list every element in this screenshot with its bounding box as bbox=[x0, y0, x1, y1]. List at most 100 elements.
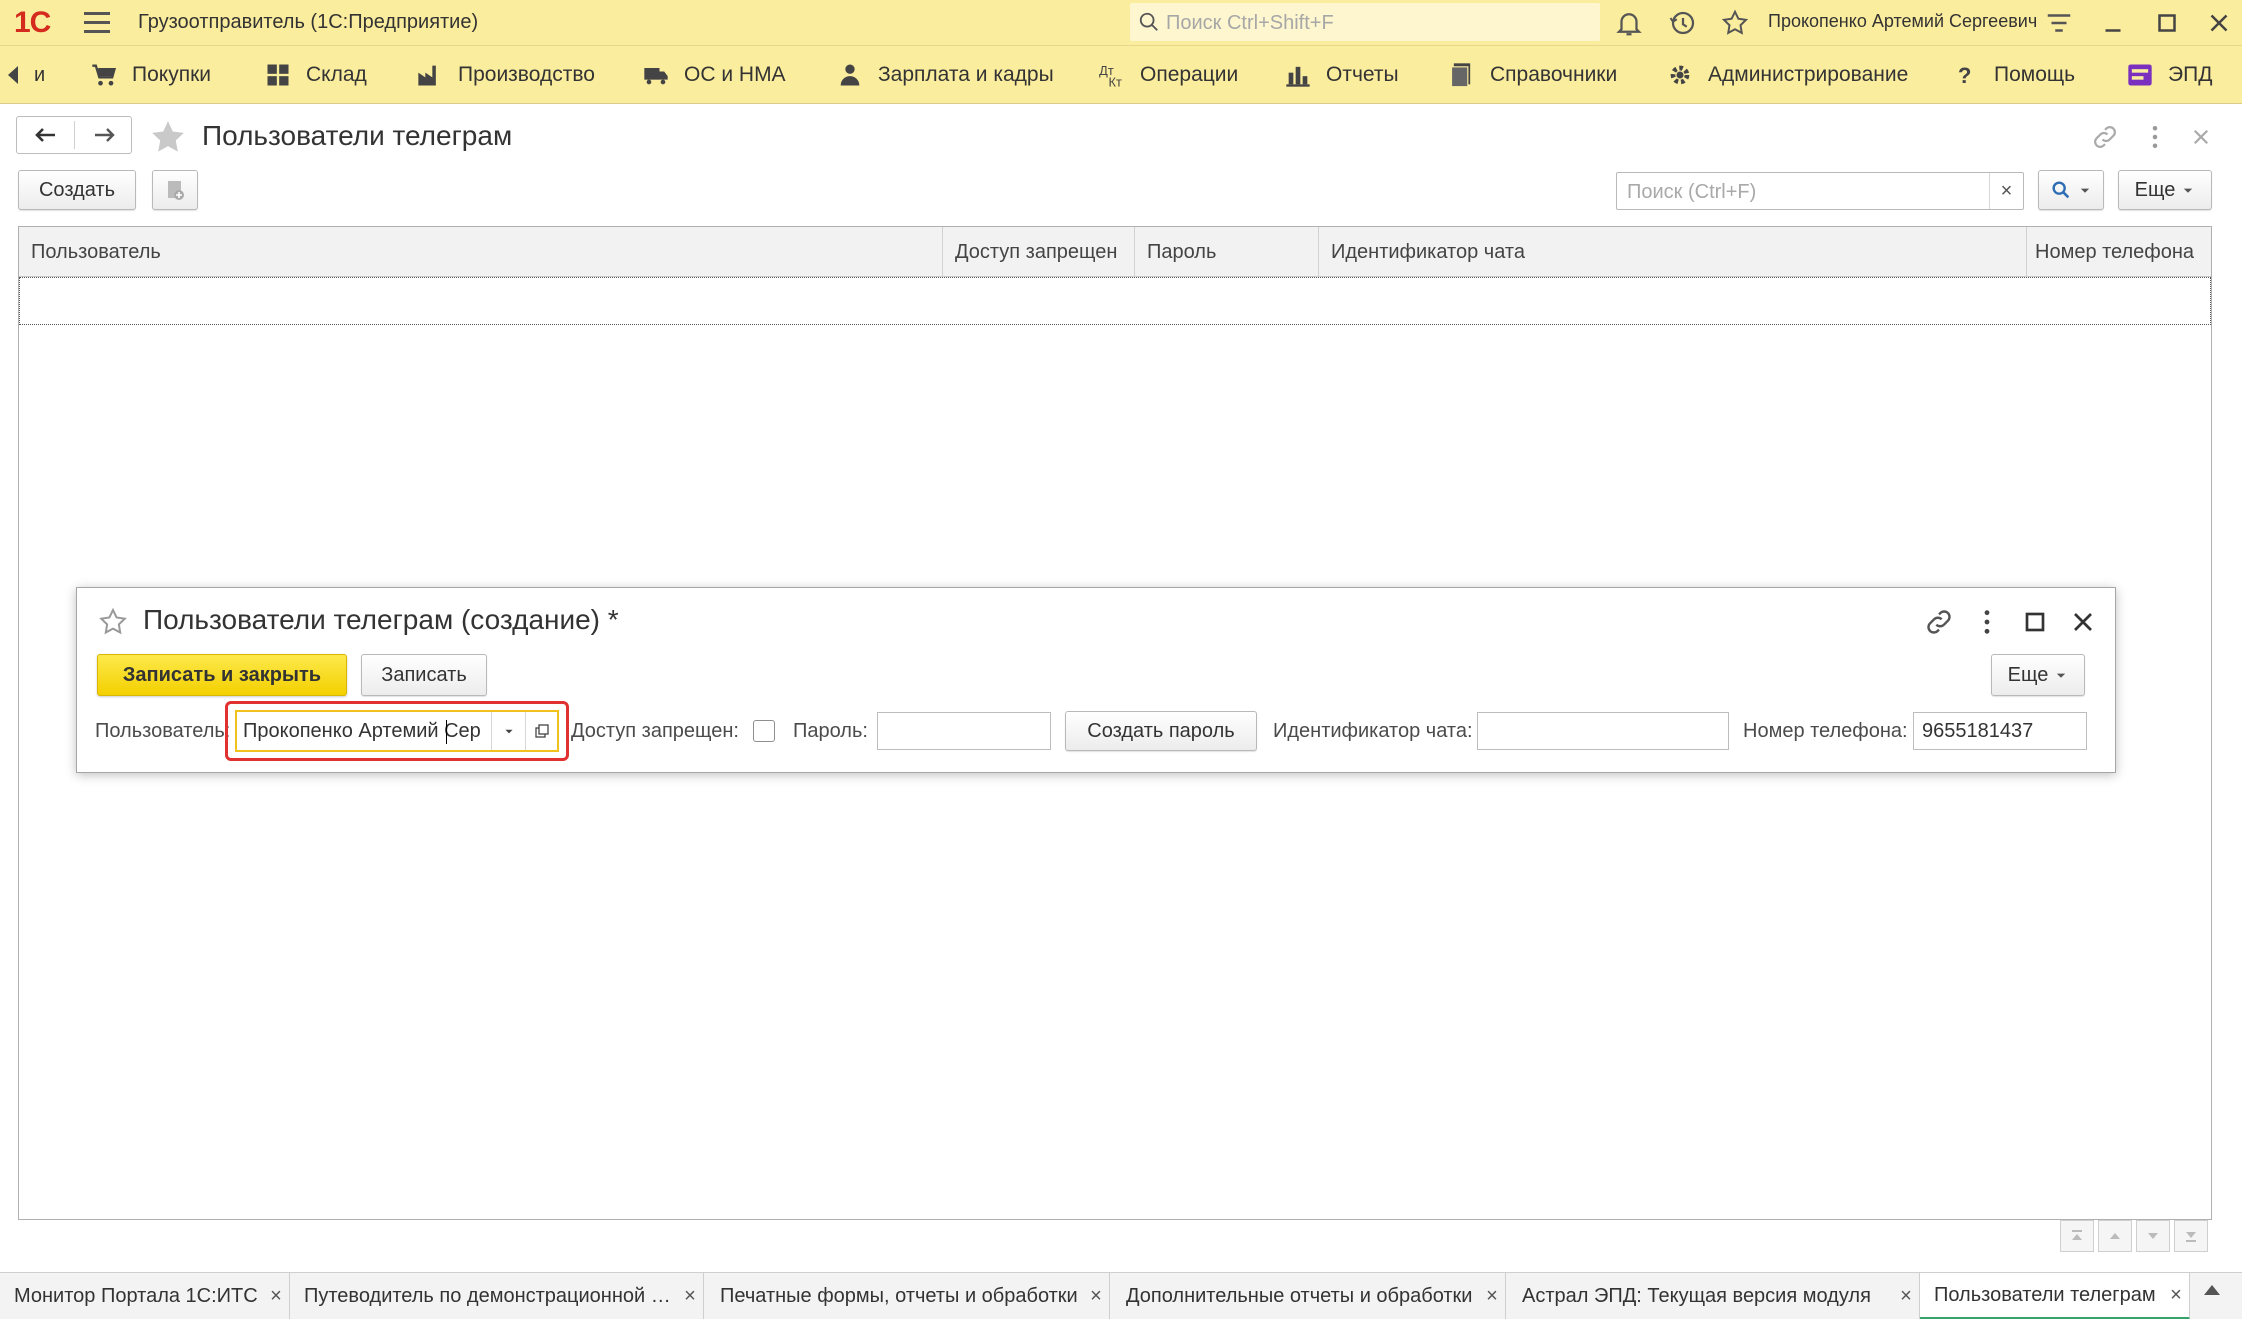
save-button[interactable]: Записать bbox=[361, 654, 487, 696]
access-denied-checkbox[interactable] bbox=[753, 720, 775, 742]
favorite-star-icon[interactable] bbox=[148, 118, 188, 156]
user-field-value: Прокопенко Артемий Сер bbox=[243, 720, 481, 742]
text-caret bbox=[446, 720, 447, 744]
dropdown-button[interactable] bbox=[491, 712, 525, 750]
more-vertical-icon[interactable] bbox=[1971, 606, 2003, 638]
question-icon: ? bbox=[1958, 63, 1972, 88]
close-tab-icon[interactable]: × bbox=[677, 1285, 703, 1308]
create-button[interactable]: Создать bbox=[18, 170, 136, 210]
section-label: Операции bbox=[1140, 63, 1239, 86]
save-and-close-button[interactable]: Записать и закрыть bbox=[97, 654, 347, 696]
user-field[interactable]: Прокопенко Артемий Сер bbox=[235, 710, 559, 752]
minimize-icon[interactable] bbox=[2098, 8, 2128, 38]
link-icon[interactable] bbox=[2090, 122, 2120, 152]
global-search-input[interactable]: Поиск Ctrl+Shift+F bbox=[1130, 3, 1600, 41]
section-administration[interactable]: Администрирование bbox=[1666, 46, 1908, 104]
more-vertical-icon[interactable] bbox=[2140, 122, 2170, 152]
chevron-down-icon bbox=[2184, 188, 2193, 193]
history-icon[interactable] bbox=[1668, 8, 1698, 38]
favorites-star-icon[interactable] bbox=[1720, 8, 1750, 38]
list-search-input[interactable]: Поиск (Ctrl+F) × bbox=[1616, 172, 2024, 210]
section-catalogs[interactable]: Справочники bbox=[1448, 46, 1617, 104]
sections-panel: и Покупки Склад Производство ОС и НМА За… bbox=[0, 46, 2242, 104]
column-header-password[interactable]: Пароль bbox=[1135, 227, 1319, 277]
maximize-icon[interactable] bbox=[2019, 606, 2051, 638]
forward-arrow-icon[interactable] bbox=[79, 121, 129, 149]
column-header-chat-id[interactable]: Идентификатор чата bbox=[1319, 227, 2027, 277]
section-reports[interactable]: Отчеты bbox=[1284, 46, 1399, 104]
table-row[interactable] bbox=[19, 277, 2211, 325]
tab-astral-epd[interactable]: Астрал ЭПД: Текущая версия модуля × bbox=[1506, 1273, 1920, 1319]
scroll-up-icon[interactable] bbox=[2098, 1220, 2132, 1252]
section-partial-label[interactable]: и bbox=[34, 64, 45, 87]
tab-additional-reports[interactable]: Дополнительные отчеты и обработки × bbox=[1110, 1273, 1506, 1319]
gear-icon bbox=[1670, 65, 1690, 85]
copy-button[interactable] bbox=[152, 170, 198, 210]
section-label: Справочники bbox=[1490, 63, 1618, 86]
close-window-icon[interactable] bbox=[2204, 8, 2234, 38]
more-button[interactable]: Еще bbox=[2118, 170, 2212, 210]
chevron-down-icon bbox=[504, 729, 513, 734]
sections-scroll-left-icon[interactable] bbox=[8, 66, 18, 84]
section-salary[interactable]: Зарплата и кадры bbox=[836, 46, 1054, 104]
settings-list-icon[interactable] bbox=[2044, 8, 2074, 38]
section-warehouse[interactable]: Склад bbox=[264, 46, 367, 104]
warehouse-icon bbox=[267, 64, 289, 86]
bell-icon[interactable] bbox=[1614, 8, 1644, 38]
column-header-access-denied[interactable]: Доступ запрещен bbox=[943, 227, 1135, 277]
section-label: ЭПД bbox=[2168, 63, 2213, 86]
tab-demo-guide[interactable]: Путеводитель по демонстрационной базе × bbox=[290, 1273, 704, 1319]
create-password-button[interactable]: Создать пароль bbox=[1065, 711, 1257, 751]
open-value-button[interactable] bbox=[525, 712, 557, 750]
open-windows-bar: Монитор Портала 1С:ИТС × Путеводитель по… bbox=[0, 1272, 2242, 1319]
close-tab-icon[interactable]: × bbox=[1479, 1285, 1505, 1308]
section-epd[interactable]: ЭПД bbox=[2126, 46, 2212, 104]
search-options-button[interactable] bbox=[2038, 170, 2104, 210]
table-scroll-buttons bbox=[2060, 1220, 2208, 1252]
close-tab-icon[interactable]: × bbox=[263, 1285, 289, 1308]
title-bar: 1C Грузоотправитель (1С:Предприятие) Пои… bbox=[0, 0, 2242, 46]
section-production[interactable]: Производство bbox=[416, 46, 595, 104]
operations-icon: ДтКт bbox=[1099, 63, 1122, 89]
clear-search-icon[interactable]: × bbox=[1989, 173, 2023, 209]
column-header-phone[interactable]: Номер телефона bbox=[2027, 227, 2211, 277]
section-label: ОС и НМА bbox=[684, 63, 786, 86]
close-tab-icon[interactable]: × bbox=[2163, 1284, 2189, 1307]
global-search-placeholder: Поиск Ctrl+Shift+F bbox=[1166, 12, 1334, 34]
password-input[interactable] bbox=[877, 712, 1051, 750]
close-tab-icon[interactable]: × bbox=[1893, 1285, 1919, 1308]
tab-portal-monitor[interactable]: Монитор Портала 1С:ИТС × bbox=[0, 1273, 290, 1319]
tab-print-forms[interactable]: Печатные формы, отчеты и обработки × bbox=[704, 1273, 1110, 1319]
section-fixed-assets[interactable]: ОС и НМА bbox=[642, 46, 786, 104]
more-button-label: Еще bbox=[2134, 178, 2176, 201]
tab-telegram-users[interactable]: Пользователи телеграм × bbox=[1920, 1273, 2190, 1319]
logo-1c-icon[interactable]: 1C bbox=[14, 6, 51, 40]
link-icon[interactable] bbox=[1923, 606, 1955, 638]
truck-icon bbox=[644, 68, 668, 85]
scroll-to-top-icon[interactable] bbox=[2060, 1220, 2094, 1252]
close-form-icon[interactable] bbox=[2186, 122, 2216, 152]
maximize-icon[interactable] bbox=[2152, 8, 2182, 38]
books-icon bbox=[1450, 63, 1471, 88]
section-help[interactable]: ? Помощь bbox=[1952, 46, 2075, 104]
phone-label: Номер телефона: bbox=[1743, 720, 1908, 742]
chat-id-input[interactable] bbox=[1477, 712, 1729, 750]
more-button[interactable]: Еще bbox=[1991, 654, 2085, 696]
column-header-user[interactable]: Пользователь bbox=[19, 227, 943, 277]
back-arrow-icon[interactable] bbox=[21, 121, 71, 149]
current-user-name[interactable]: Прокопенко Артемий Сергеевич bbox=[1768, 11, 2037, 32]
section-operations[interactable]: Дт Кт Операции bbox=[1098, 46, 1238, 104]
scroll-down-icon[interactable] bbox=[2136, 1220, 2170, 1252]
svg-text:Кт: Кт bbox=[1109, 75, 1122, 89]
close-icon[interactable] bbox=[2067, 606, 2099, 638]
navigation-buttons bbox=[16, 116, 132, 154]
epd-icon bbox=[2128, 64, 2152, 86]
scroll-to-bottom-icon[interactable] bbox=[2174, 1220, 2208, 1252]
list-search-placeholder: Поиск (Ctrl+F) bbox=[1627, 181, 1757, 203]
main-menu-icon[interactable] bbox=[84, 12, 110, 34]
phone-input[interactable]: 9655181437 bbox=[1913, 712, 2087, 750]
favorite-star-icon[interactable] bbox=[97, 606, 129, 638]
section-purchases[interactable]: Покупки bbox=[90, 46, 211, 104]
tabs-scroll-up-icon[interactable] bbox=[2204, 1285, 2220, 1295]
close-tab-icon[interactable]: × bbox=[1083, 1285, 1109, 1308]
